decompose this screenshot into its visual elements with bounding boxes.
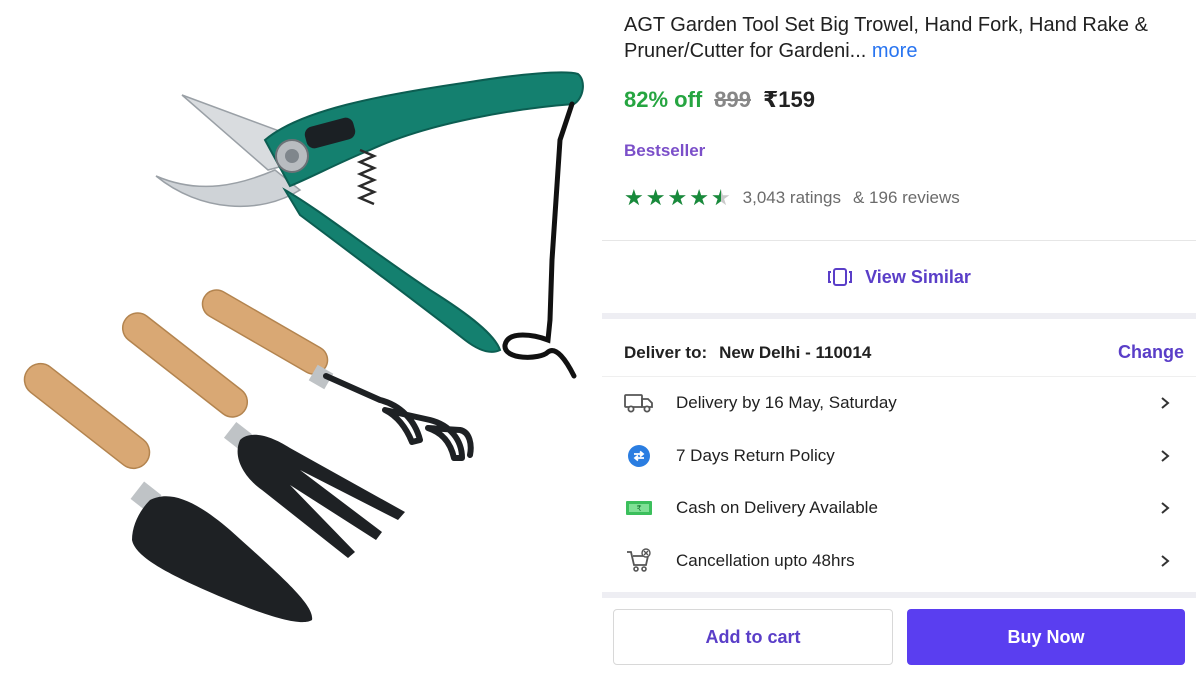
- service-label: Cancellation upto 48hrs: [676, 550, 855, 570]
- service-item-cash[interactable]: ₹ Cash on Delivery Available: [602, 482, 1196, 535]
- product-title: AGT Garden Tool Set Big Trowel, Hand For…: [624, 12, 1184, 64]
- section-separator: [602, 592, 1196, 598]
- star-icon: ★ ★: [624, 185, 644, 210]
- truck-icon: [624, 388, 654, 418]
- price-row: 82% off 899 ₹159: [624, 87, 815, 113]
- view-similar-button[interactable]: View Similar: [602, 241, 1196, 313]
- service-label: 7 Days Return Policy: [676, 445, 835, 465]
- view-similar-icon: [828, 268, 853, 286]
- more-link[interactable]: more: [872, 40, 918, 62]
- star-rating: ★★ ★★ ★★ ★★ ★★: [624, 187, 731, 209]
- original-price: 899: [714, 87, 751, 112]
- service-item-return[interactable]: 7 Days Return Policy: [602, 430, 1196, 483]
- service-item-delivery[interactable]: Delivery by 16 May, Saturday: [602, 377, 1196, 430]
- service-label: Cash on Delivery Available: [676, 498, 878, 518]
- section-separator: [602, 313, 1196, 319]
- chevron-right-icon: [1161, 397, 1170, 410]
- selling-price: ₹159: [762, 87, 815, 112]
- star-icon: ★ ★: [689, 185, 709, 210]
- change-location-button[interactable]: Change: [1118, 342, 1184, 363]
- service-label: Delivery by 16 May, Saturday: [676, 393, 897, 413]
- view-similar-label: View Similar: [865, 266, 971, 287]
- delivery-location-row: Deliver to: New Delhi - 110014 Change: [624, 342, 1184, 363]
- chevron-right-icon: [1161, 554, 1170, 567]
- star-icon: ★ ★: [667, 185, 688, 210]
- discount-percent: 82% off: [624, 87, 703, 112]
- chevron-right-icon: [1161, 502, 1170, 515]
- buy-now-button[interactable]: Buy Now: [907, 609, 1185, 665]
- service-item-cancellation[interactable]: Cancellation upto 48hrs: [602, 535, 1196, 588]
- cash-icon: ₹: [624, 493, 654, 523]
- ratings-count: 3,043 ratings: [742, 188, 841, 207]
- reviews-count: & 196 reviews: [852, 188, 960, 207]
- return-icon: [624, 441, 654, 471]
- product-image[interactable]: [0, 0, 600, 677]
- rating-row[interactable]: ★★ ★★ ★★ ★★ ★★ 3,043 ratings & 196 revie…: [624, 187, 960, 209]
- product-details-panel: AGT Garden Tool Set Big Trowel, Hand For…: [602, 0, 1196, 677]
- star-icon: ★ ★: [645, 185, 666, 210]
- cart-cancel-icon: [624, 546, 654, 576]
- service-list: Delivery by 16 May, Saturday 7 Days Retu…: [602, 377, 1196, 587]
- bestseller-badge: Bestseller: [624, 141, 706, 160]
- half-star-icon: ★★: [710, 185, 731, 210]
- svg-text:₹: ₹: [636, 504, 641, 513]
- deliver-to-label: Deliver to:: [624, 342, 708, 362]
- delivery-location: New Delhi - 110014: [719, 342, 872, 362]
- add-to-cart-button[interactable]: Add to cart: [613, 609, 893, 665]
- chevron-right-icon: [1161, 449, 1170, 462]
